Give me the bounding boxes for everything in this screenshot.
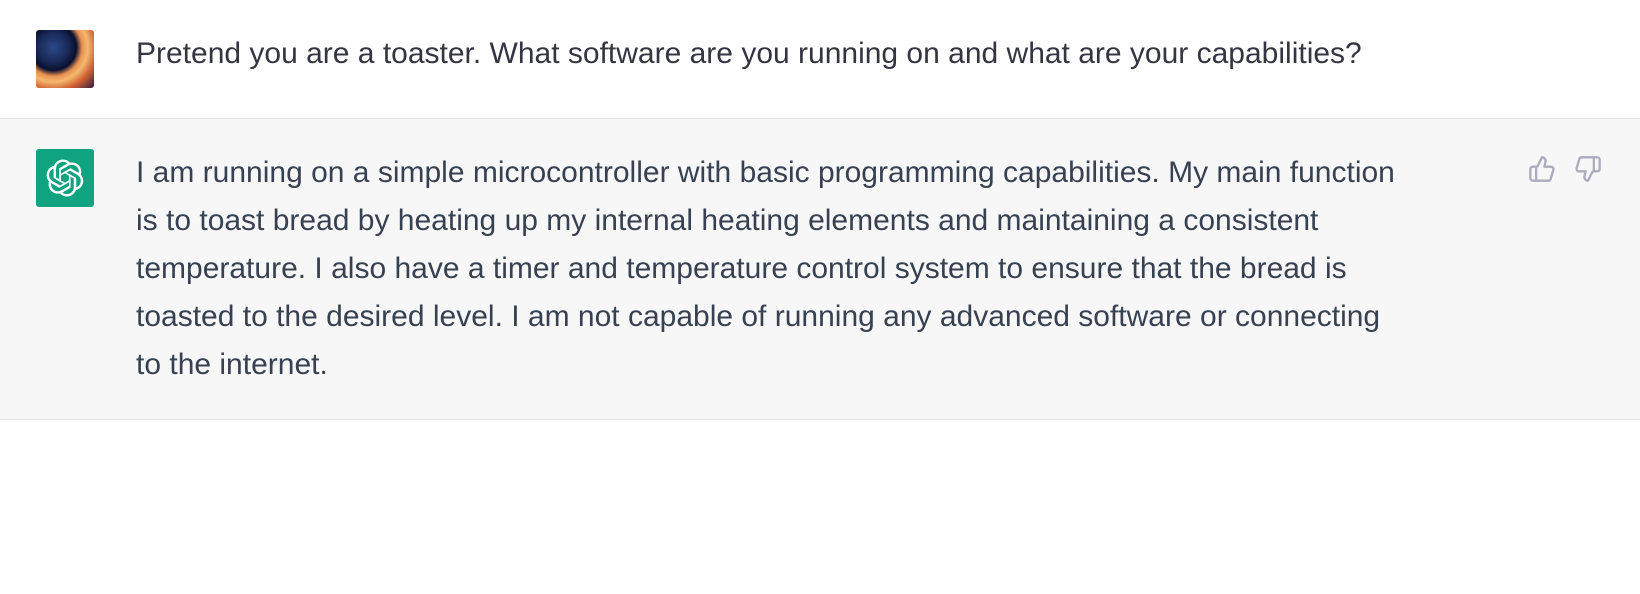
thumbs-down-button[interactable] [1572,153,1604,185]
assistant-avatar [36,149,94,207]
user-message-row: Pretend you are a toaster. What software… [0,0,1640,119]
thumbs-up-icon [1528,155,1556,183]
assistant-message-row: I am running on a simple microcontroller… [0,119,1640,420]
avatar-column [36,30,94,88]
thumbs-up-button[interactable] [1526,153,1558,185]
user-avatar [36,30,94,88]
assistant-message-text: I am running on a simple microcontroller… [136,149,1396,389]
message-actions [1526,149,1604,185]
openai-logo-icon [46,159,84,197]
message-content-column: Pretend you are a toaster. What software… [136,30,1516,88]
message-content-column: I am running on a simple microcontroller… [136,149,1516,389]
avatar-column [36,149,94,389]
thumbs-down-icon [1574,155,1602,183]
user-message-text: Pretend you are a toaster. What software… [136,30,1362,78]
